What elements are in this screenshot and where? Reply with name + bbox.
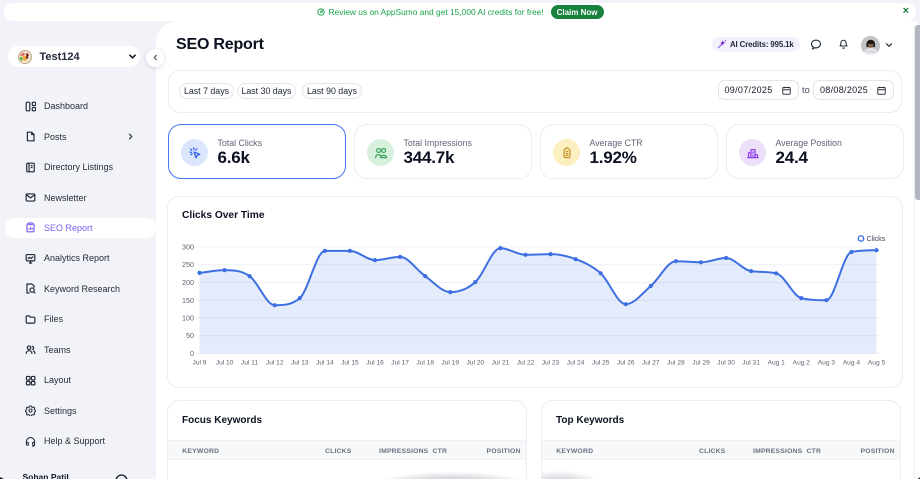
svg-text:Jul 20: Jul 20 (466, 360, 484, 367)
svg-text:0: 0 (190, 349, 194, 358)
svg-text:Aug 5: Aug 5 (868, 360, 886, 367)
svg-text:Aug 4: Aug 4 (843, 360, 861, 367)
svg-text:Jul 12: Jul 12 (266, 360, 284, 367)
svg-text:300: 300 (182, 243, 194, 252)
svg-text:200: 200 (182, 278, 194, 287)
svg-text:Jul 17: Jul 17 (391, 360, 409, 367)
svg-text:Jul 27: Jul 27 (642, 360, 660, 367)
svg-text:Aug 1: Aug 1 (768, 360, 786, 367)
svg-text:Jul 24: Jul 24 (567, 360, 585, 367)
svg-text:Jul 25: Jul 25 (592, 360, 610, 367)
svg-text:Jul 22: Jul 22 (517, 360, 535, 367)
svg-text:Jul 19: Jul 19 (441, 360, 459, 367)
svg-text:Aug 3: Aug 3 (818, 360, 836, 367)
svg-text:Jul 9: Jul 9 (193, 360, 207, 367)
svg-text:150: 150 (182, 296, 194, 305)
svg-text:Jul 10: Jul 10 (216, 360, 234, 367)
svg-text:Jul 23: Jul 23 (542, 360, 560, 367)
svg-text:Jul 21: Jul 21 (492, 360, 510, 367)
svg-text:Jul 26: Jul 26 (617, 360, 635, 367)
svg-text:Jul 13: Jul 13 (291, 360, 309, 367)
svg-text:250: 250 (182, 260, 194, 269)
svg-text:Jul 31: Jul 31 (742, 360, 760, 367)
svg-text:Jul 15: Jul 15 (341, 360, 359, 367)
svg-text:Jul 18: Jul 18 (416, 360, 434, 367)
svg-text:Clicks: Clicks (867, 236, 886, 243)
svg-text:100: 100 (182, 314, 194, 323)
svg-text:Jul 14: Jul 14 (316, 360, 334, 367)
svg-text:Aug 2: Aug 2 (793, 360, 811, 367)
svg-text:Jul 28: Jul 28 (667, 360, 685, 367)
svg-text:Jul 11: Jul 11 (241, 360, 258, 367)
svg-text:Jul 30: Jul 30 (717, 360, 735, 367)
svg-text:Jul 29: Jul 29 (692, 360, 710, 367)
svg-text:Jul 16: Jul 16 (366, 360, 384, 367)
svg-text:50: 50 (186, 331, 194, 340)
